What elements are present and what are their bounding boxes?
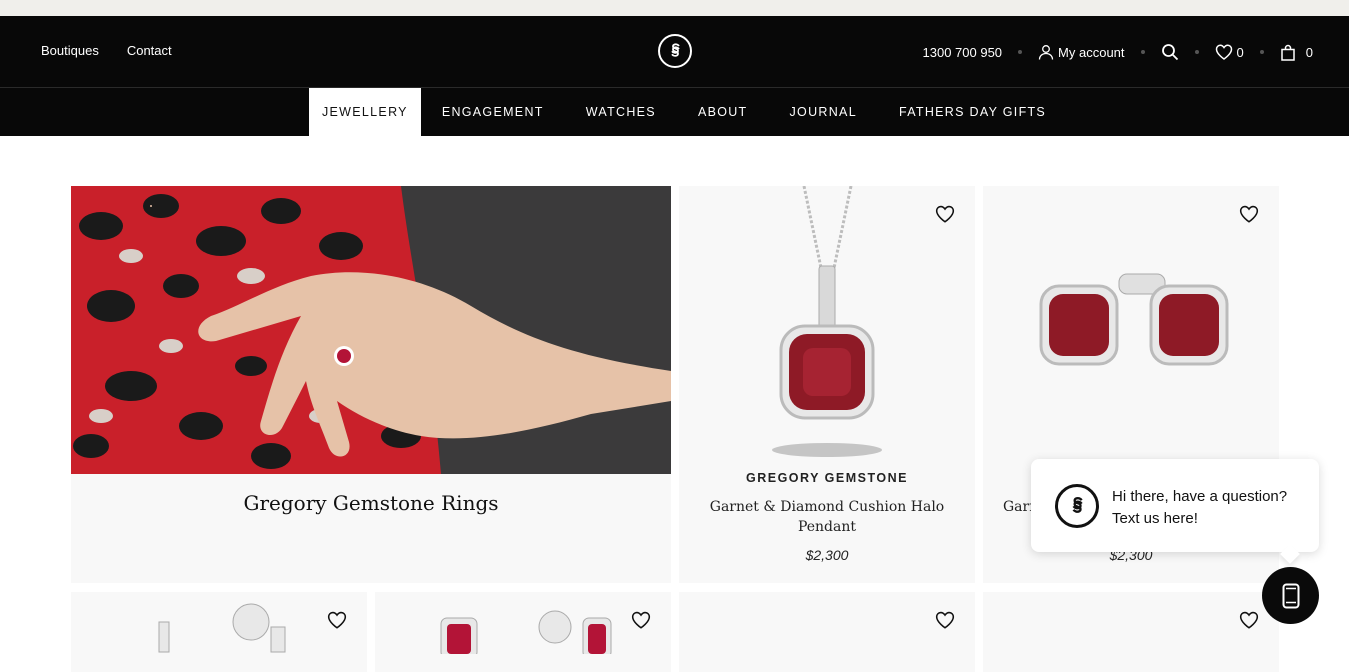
product-card[interactable]	[679, 592, 975, 672]
pendant-product-image	[772, 186, 882, 457]
chat-bubble-tail	[1280, 544, 1300, 564]
header-right-utilities: 1300 700 950 My account 0 0	[923, 43, 1313, 61]
contact-link[interactable]: Contact	[127, 43, 172, 58]
earrings-product-image	[1039, 273, 1229, 366]
header-left-links: Boutiques Contact	[41, 43, 172, 58]
gs-monogram-icon	[1072, 497, 1083, 513]
my-account-label: My account	[1058, 44, 1125, 60]
garnet-earrings-image	[440, 610, 612, 654]
chat-popup[interactable]: Hi there, have a question? Text us here!	[1031, 459, 1319, 564]
my-account-link[interactable]: My account	[1038, 44, 1125, 60]
search-icon[interactable]	[1161, 43, 1179, 61]
gs-monogram-icon	[671, 43, 680, 57]
text-us-button[interactable]	[1262, 567, 1319, 624]
wishlist-heart-icon[interactable]	[1239, 611, 1259, 629]
top-announcement-strip	[0, 0, 1349, 16]
main-navigation: JEWELLERY ENGAGEMENT WATCHES ABOUT JOURN…	[0, 87, 1349, 137]
separator-dot	[1018, 50, 1023, 54]
mobile-phone-icon	[1282, 583, 1299, 608]
nav-item-about[interactable]: ABOUT	[677, 88, 769, 136]
cart-button[interactable]: 0	[1280, 44, 1313, 61]
hero-photo-hand-with-ring	[71, 186, 671, 474]
product-card[interactable]	[71, 592, 367, 672]
product-brand: GREGORY GEMSTONE	[746, 471, 908, 485]
diamond-earrings-image	[158, 603, 286, 653]
chat-message: Hi there, have a question? Text us here!	[1112, 488, 1288, 527]
heart-icon	[1215, 44, 1232, 60]
site-header: Boutiques Contact 1300 700 950 My accoun…	[0, 16, 1349, 87]
site-logo[interactable]	[658, 34, 692, 68]
nav-item-watches[interactable]: WATCHES	[565, 88, 677, 136]
nav-item-engagement[interactable]: ENGAGEMENT	[421, 88, 565, 136]
separator-dot	[1259, 50, 1264, 54]
cart-count: 0	[1305, 44, 1313, 60]
category-tile-gemstone-rings[interactable]: Gregory Gemstone Rings	[71, 186, 671, 583]
wishlist-button[interactable]: 0	[1215, 44, 1244, 60]
product-card[interactable]	[375, 592, 671, 672]
nav-item-jewellery[interactable]: JEWELLERY	[309, 88, 421, 137]
shopping-bag-icon	[1281, 44, 1295, 61]
wishlist-heart-icon[interactable]	[935, 611, 955, 629]
boutiques-link[interactable]: Boutiques	[41, 43, 99, 58]
user-icon	[1038, 45, 1054, 60]
product-name: Garnet & Diamond Cushion Halo Pendant	[709, 499, 945, 535]
category-title: Gregory Gemstone Rings	[243, 491, 499, 515]
product-price: $2,300	[805, 547, 849, 563]
nav-item-fathers-day-gifts[interactable]: FATHERS DAY GIFTS	[878, 88, 1067, 136]
hand-ring-image	[71, 186, 671, 474]
product-card[interactable]	[983, 592, 1279, 672]
wishlist-count: 0	[1236, 44, 1244, 60]
separator-dot	[1194, 50, 1199, 54]
phone-number[interactable]: 1300 700 950	[923, 45, 1003, 60]
chat-brand-logo	[1055, 484, 1099, 528]
nav-item-journal[interactable]: JOURNAL	[769, 88, 878, 136]
product-card[interactable]: GREGORY GEMSTONE Garnet & Diamond Cushio…	[679, 186, 975, 583]
separator-dot	[1140, 50, 1145, 54]
